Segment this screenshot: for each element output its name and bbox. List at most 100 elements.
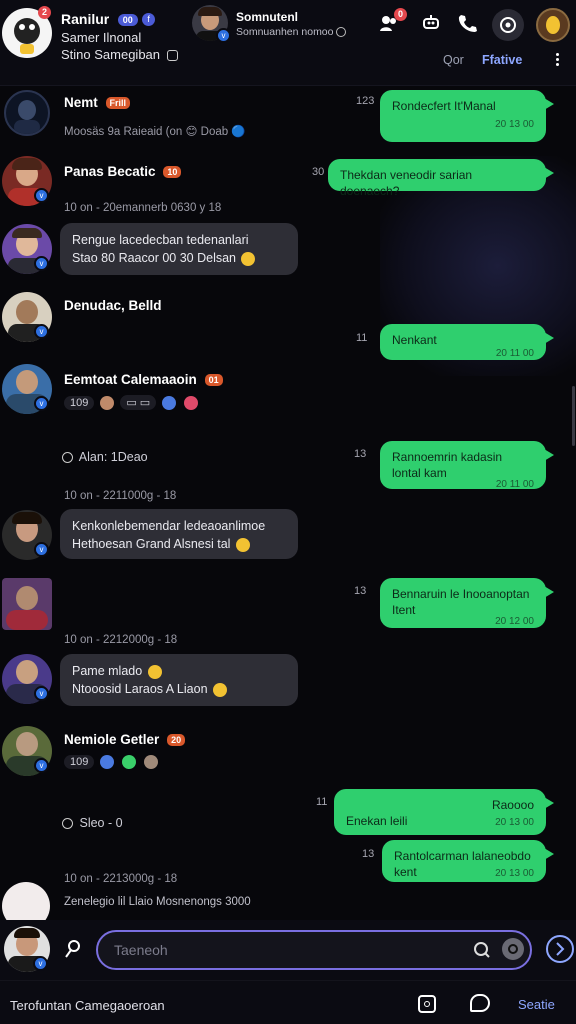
- message-text: Rengue lacedecban tedenanlari: [72, 233, 249, 247]
- message-reactions-line: Hethoesan Grand Alsnesi tal: [72, 535, 286, 553]
- group-status: Stino Samegiban: [61, 47, 178, 62]
- clock-icon: [336, 27, 347, 38]
- verified-icon: v: [216, 28, 231, 43]
- message-text: Pame mlado: [72, 664, 143, 678]
- group-title: Ranilur: [61, 11, 110, 27]
- verified-icon: v: [34, 686, 49, 701]
- message-input-container[interactable]: [96, 930, 532, 970]
- bot-icon[interactable]: [418, 12, 444, 38]
- message-text: Raoooo: [491, 798, 534, 812]
- typing-indicator: Zenelegio lil Llaio Mosnenongs 3000: [64, 896, 251, 908]
- thumbs-up-emoji-icon[interactable]: [100, 755, 115, 769]
- message-text: Nenkant: [392, 333, 437, 347]
- message-text-line: Pame mlado: [72, 662, 286, 680]
- typing-indicator-text: Zenelegio lil Llaio Mosnenongs 3000: [64, 896, 251, 908]
- group-title-row[interactable]: Ranilur 00 f: [61, 11, 156, 29]
- message-text: Rannoemrin kadasin lontal kam: [392, 450, 503, 480]
- sender-name[interactable]: Panas Becatic 10: [64, 164, 182, 179]
- reaction-bar[interactable]: 109: [64, 755, 160, 769]
- message-meta: 10 on - 2212000g - 18: [64, 634, 178, 646]
- copy-icon[interactable]: [166, 50, 178, 62]
- profile-avatar[interactable]: [536, 8, 570, 42]
- microphone-icon[interactable]: [62, 938, 84, 960]
- outgoing-bubble[interactable]: Raoooo Enekan leili 20 13 00: [334, 789, 554, 835]
- avatar[interactable]: [2, 578, 52, 630]
- timer-icon[interactable]: [492, 9, 524, 41]
- clock-icon: [62, 452, 73, 464]
- sender-name[interactable]: Eemtoat Calemaaoin 01: [64, 372, 223, 387]
- gif-icon[interactable]: ▭ ▭: [120, 395, 157, 410]
- message-reactions-line: Ntooosid Laraos A Liaon: [72, 680, 286, 698]
- clock-icon: [62, 818, 73, 830]
- message-reactions-line: Stao 80 Raacor 00 30 Delsan: [72, 249, 286, 267]
- outgoing-bubble[interactable]: Nenkant 20 11 00: [380, 324, 554, 360]
- message-meta: Moosäs 9a Raieaid (on 😊 Doab 🔵: [64, 126, 246, 138]
- message-text: Bennaruin le Inooanoptan Itent: [392, 587, 530, 617]
- message-timestamp: 20 13 00: [495, 119, 534, 130]
- message-time: 30: [312, 166, 325, 178]
- verified-icon: v: [34, 758, 49, 773]
- happy-emoji-icon[interactable]: [122, 755, 137, 769]
- smile-emoji-icon: [147, 664, 162, 679]
- smile-emoji-icon: [235, 537, 250, 552]
- tab-ffative[interactable]: Ffative: [482, 53, 522, 67]
- reaction-count[interactable]: 109: [64, 395, 95, 410]
- scrollbar[interactable]: [572, 386, 575, 446]
- message-meta: 10 on - 2213000g - 18: [64, 873, 178, 885]
- message-time: 11: [356, 332, 368, 344]
- phone-icon[interactable]: [454, 12, 480, 38]
- avatar[interactable]: [2, 882, 50, 920]
- send-icon[interactable]: [546, 935, 574, 963]
- camera-icon[interactable]: [502, 938, 524, 960]
- more-menu-icon[interactable]: [554, 52, 560, 68]
- title-badge: 00: [117, 13, 138, 26]
- message-subtext: Ntooosid Laraos A Liaon: [72, 682, 208, 696]
- verified-icon: v: [34, 396, 49, 411]
- outgoing-bubble[interactable]: Thekdan veneodir sarian doenaech?: [328, 159, 554, 198]
- tab-qor[interactable]: Qor: [443, 53, 464, 67]
- chat-header: 2 Ranilur 00 f Samer Ilnonal Stino Sameg…: [0, 0, 576, 86]
- outgoing-bubble[interactable]: Rannoemrin kadasin lontal kam 20 11 00: [380, 441, 554, 490]
- search-icon[interactable]: [472, 940, 492, 960]
- outgoing-bubble[interactable]: Rantolcarman lalaneobdo kent 20 13 00: [382, 840, 554, 882]
- message-time: 123: [356, 95, 375, 107]
- message-subtext: Stao 80 Raacor 00 30 Delsan: [72, 251, 236, 265]
- system-notice-text: Alan: 1Deao: [78, 450, 148, 464]
- contact-status: Somnuanhen nomoo: [236, 26, 347, 38]
- face-emoji-icon[interactable]: [144, 755, 159, 769]
- sender-name[interactable]: Nemt Frill: [64, 95, 131, 110]
- message-input[interactable]: [114, 940, 454, 960]
- outgoing-bubble[interactable]: Bennaruin le Inooanoptan Itent 20 12 00: [380, 578, 554, 628]
- smile-emoji-icon: [213, 682, 228, 697]
- face-emoji-icon[interactable]: [100, 395, 115, 410]
- message-timestamp: 20 11 00: [495, 348, 534, 359]
- message-list[interactable]: Nemt Frill Moosäs 9a Raieaid (on 😊 Doab …: [0, 86, 576, 920]
- incoming-bubble[interactable]: Pame mlado Ntooosid Laraos A Liaon: [60, 654, 298, 706]
- verified-icon: v: [34, 256, 49, 271]
- verified-icon: v: [34, 188, 49, 203]
- role-badge: 10: [163, 166, 182, 179]
- system-notice: Alan: 1Deao: [62, 450, 148, 464]
- sender-name[interactable]: Nemiole Getler 20: [64, 732, 186, 747]
- system-notice-text: Sleo - 0: [79, 816, 123, 830]
- sender-name[interactable]: Denudac, Belld: [64, 298, 162, 313]
- outgoing-bubble[interactable]: Rondecfert It'Manal 20 13 00: [380, 90, 554, 142]
- message-time: 13: [362, 848, 375, 860]
- incoming-bubble[interactable]: Rengue lacedecban tedenanlari Stao 80 Ra…: [60, 223, 298, 275]
- reaction-count[interactable]: 109: [64, 755, 95, 769]
- incoming-bubble[interactable]: Kenkonlebemendar ledeaoanlimoe Hethoesan…: [60, 509, 298, 559]
- avatar[interactable]: [4, 90, 50, 136]
- chat-bubble-icon[interactable]: [470, 994, 490, 1012]
- sender-name-text: Nemiole Getler: [64, 732, 160, 747]
- document-icon[interactable]: [418, 995, 436, 1013]
- notification-badge: 2: [38, 6, 51, 19]
- message-time: 13: [354, 448, 367, 460]
- group-subtitle: Samer Ilnonal: [61, 30, 142, 45]
- message-composer: v: [0, 920, 576, 980]
- reaction-bar[interactable]: 109 ▭ ▭: [64, 395, 200, 410]
- message-text: Kenkonlebemendar ledeaoanlimoe: [72, 519, 266, 533]
- heart-emoji-icon[interactable]: [184, 395, 199, 410]
- bottom-action-link[interactable]: Seatie: [518, 997, 555, 1012]
- message-meta: 10 on - 2211000g - 18: [64, 490, 177, 502]
- globe-emoji-icon[interactable]: [162, 395, 177, 410]
